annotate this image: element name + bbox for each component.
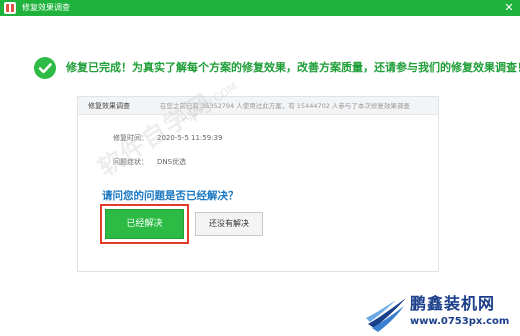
app-logo-icon: [4, 2, 16, 14]
survey-panel: 修复效果调查 在您之前已有 35352794 人使用过此方案，有 1544470…: [77, 96, 439, 272]
issue-row: 问题症状： DNS优选: [113, 157, 186, 167]
completion-message: 修复已完成！为真实了解每个方案的修复效果，改善方案质量，还请参与我们的修复效果调…: [66, 61, 520, 74]
repair-time-value: 2020-5-5 11:59:39: [157, 134, 223, 142]
window-title: 修复效果调查: [22, 3, 70, 12]
check-circle-icon: [34, 57, 56, 79]
participation-stats: 在您之前已有 35352794 人使用过此方案，有 15444702 人参与了本…: [160, 102, 410, 110]
title-bar: 修复效果调查 ✕: [0, 0, 520, 16]
not-solved-button[interactable]: 还没有解决: [195, 212, 263, 236]
issue-label: 问题症状：: [113, 158, 148, 166]
brand-logo-icon: [366, 298, 406, 332]
panel-header: 修复效果调查 在您之前已有 35352794 人使用过此方案，有 1544470…: [78, 97, 438, 115]
issue-value: DNS优选: [157, 158, 187, 166]
panel-title: 修复效果调查: [88, 102, 130, 110]
solved-button[interactable]: 已经解决: [105, 209, 184, 239]
brand-name: 鹏鑫装机网: [410, 294, 496, 313]
repair-time-label: 修复时间：: [113, 134, 148, 142]
brand-url: www.0753px.com: [410, 316, 510, 327]
site-brand: 鹏鑫装机网 www.0753px.com: [366, 292, 516, 334]
survey-question: 请问您的问题是否已经解决？: [102, 190, 239, 202]
repair-time-row: 修复时间： 2020-5-5 11:59:39: [113, 133, 222, 143]
close-icon[interactable]: ✕: [502, 1, 516, 15]
